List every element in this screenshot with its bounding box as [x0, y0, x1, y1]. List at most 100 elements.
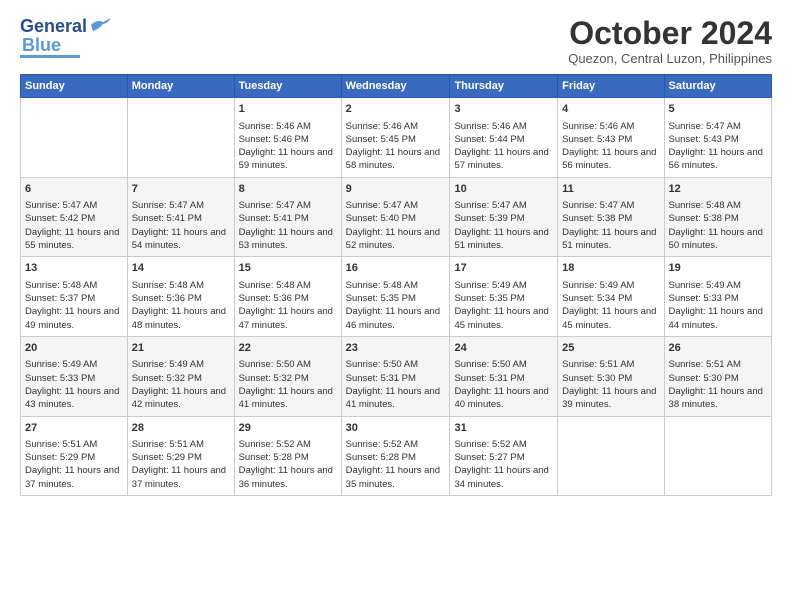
sunrise-text: Sunrise: 5:48 AM [25, 280, 97, 291]
daylight-text: Daylight: 11 hours and 59 minutes. [239, 147, 333, 171]
day-number: 23 [346, 341, 446, 356]
calendar-cell-4-5 [558, 416, 664, 496]
daylight-text: Daylight: 11 hours and 57 minutes. [454, 147, 548, 171]
calendar-cell-0-5: 4Sunrise: 5:46 AMSunset: 5:43 PMDaylight… [558, 98, 664, 178]
sunset-text: Sunset: 5:44 PM [454, 134, 524, 145]
day-number: 14 [132, 261, 230, 276]
calendar-cell-4-6 [664, 416, 771, 496]
sunset-text: Sunset: 5:30 PM [669, 373, 739, 384]
day-number: 19 [669, 261, 767, 276]
sunset-text: Sunset: 5:46 PM [239, 134, 309, 145]
calendar-cell-2-3: 16Sunrise: 5:48 AMSunset: 5:35 PMDayligh… [341, 257, 450, 337]
calendar-table: Sunday Monday Tuesday Wednesday Thursday… [20, 74, 772, 496]
logo-line: General [20, 16, 111, 37]
daylight-text: Daylight: 11 hours and 37 minutes. [132, 465, 226, 489]
sunrise-text: Sunrise: 5:46 AM [454, 121, 526, 132]
daylight-text: Daylight: 11 hours and 55 minutes. [25, 227, 119, 251]
sunset-text: Sunset: 5:45 PM [346, 134, 416, 145]
sunset-text: Sunset: 5:43 PM [562, 134, 632, 145]
calendar-cell-2-4: 17Sunrise: 5:49 AMSunset: 5:35 PMDayligh… [450, 257, 558, 337]
calendar-cell-4-2: 29Sunrise: 5:52 AMSunset: 5:28 PMDayligh… [234, 416, 341, 496]
day-number: 5 [669, 102, 767, 117]
location-subtitle: Quezon, Central Luzon, Philippines [568, 51, 772, 66]
calendar-cell-1-4: 10Sunrise: 5:47 AMSunset: 5:39 PMDayligh… [450, 177, 558, 257]
sunrise-text: Sunrise: 5:50 AM [454, 359, 526, 370]
day-number: 26 [669, 341, 767, 356]
daylight-text: Daylight: 11 hours and 49 minutes. [25, 306, 119, 330]
day-number: 18 [562, 261, 659, 276]
sunrise-text: Sunrise: 5:46 AM [239, 121, 311, 132]
calendar-cell-3-6: 26Sunrise: 5:51 AMSunset: 5:30 PMDayligh… [664, 336, 771, 416]
header-saturday: Saturday [664, 75, 771, 98]
sunrise-text: Sunrise: 5:52 AM [346, 439, 418, 450]
sunset-text: Sunset: 5:41 PM [239, 213, 309, 224]
daylight-text: Daylight: 11 hours and 58 minutes. [346, 147, 440, 171]
sunset-text: Sunset: 5:38 PM [669, 213, 739, 224]
sunrise-text: Sunrise: 5:47 AM [132, 200, 204, 211]
calendar-cell-3-3: 23Sunrise: 5:50 AMSunset: 5:31 PMDayligh… [341, 336, 450, 416]
daylight-text: Daylight: 11 hours and 39 minutes. [562, 386, 656, 410]
calendar-cell-0-4: 3 Sunrise: 5:46 AM Sunset: 5:44 PM Daylight… [450, 98, 558, 178]
logo: General Blue [20, 16, 111, 58]
calendar-cell-0-3: 2 Sunrise: 5:46 AM Sunset: 5:45 PM Daylight… [341, 98, 450, 178]
daylight-text: Daylight: 11 hours and 51 minutes. [562, 227, 656, 251]
daylight-text: Daylight: 11 hours and 42 minutes. [132, 386, 226, 410]
day-number: 7 [132, 182, 230, 197]
sunset-text: Sunset: 5:41 PM [132, 213, 202, 224]
day-number: 9 [346, 182, 446, 197]
sunrise-text: Sunrise: 5:48 AM [239, 280, 311, 291]
daylight-text: Daylight: 11 hours and 43 minutes. [25, 386, 119, 410]
sunrise-text: Sunrise: 5:47 AM [239, 200, 311, 211]
sunrise-text: Sunrise: 5:52 AM [454, 439, 526, 450]
calendar-cell-2-0: 13Sunrise: 5:48 AMSunset: 5:37 PMDayligh… [21, 257, 128, 337]
day-number: 2 [346, 102, 446, 117]
day-number: 3 [454, 102, 553, 117]
daylight-text: Daylight: 11 hours and 41 minutes. [239, 386, 333, 410]
daylight-text: Daylight: 11 hours and 56 minutes. [562, 147, 656, 171]
calendar-cell-1-0: 6Sunrise: 5:47 AMSunset: 5:42 PMDaylight… [21, 177, 128, 257]
daylight-text: Daylight: 11 hours and 41 minutes. [346, 386, 440, 410]
page: General Blue October 2024 Quezon, Centra… [0, 0, 792, 612]
calendar-cell-0-2: 1Sunrise: 5:46 AMSunset: 5:46 PMDaylight… [234, 98, 341, 178]
day-number: 20 [25, 341, 123, 356]
sunset-text: Sunset: 5:32 PM [239, 373, 309, 384]
sunrise-text: Sunrise: 5:47 AM [346, 200, 418, 211]
sunrise-text: Sunrise: 5:48 AM [132, 280, 204, 291]
calendar-cell-0-0 [21, 98, 128, 178]
calendar-cell-1-5: 11Sunrise: 5:47 AMSunset: 5:38 PMDayligh… [558, 177, 664, 257]
sunset-text: Sunset: 5:31 PM [454, 373, 524, 384]
sunrise-text: Sunrise: 5:51 AM [669, 359, 741, 370]
day-number: 13 [25, 261, 123, 276]
sunrise-text: Sunrise: 5:51 AM [562, 359, 634, 370]
sunrise-text: Sunrise: 5:50 AM [239, 359, 311, 370]
day-number: 8 [239, 182, 337, 197]
calendar-cell-3-1: 21Sunrise: 5:49 AMSunset: 5:32 PMDayligh… [127, 336, 234, 416]
daylight-text: Daylight: 11 hours and 36 minutes. [239, 465, 333, 489]
calendar-cell-3-5: 25Sunrise: 5:51 AMSunset: 5:30 PMDayligh… [558, 336, 664, 416]
calendar-cell-3-4: 24Sunrise: 5:50 AMSunset: 5:31 PMDayligh… [450, 336, 558, 416]
sunrise-text: Sunrise: 5:47 AM [562, 200, 634, 211]
calendar-cell-4-0: 27Sunrise: 5:51 AMSunset: 5:29 PMDayligh… [21, 416, 128, 496]
sunrise-text: Sunrise: 5:48 AM [346, 280, 418, 291]
sunset-text: Sunset: 5:34 PM [562, 293, 632, 304]
calendar-cell-2-5: 18Sunrise: 5:49 AMSunset: 5:34 PMDayligh… [558, 257, 664, 337]
day-number: 25 [562, 341, 659, 356]
sunset-text: Sunset: 5:36 PM [132, 293, 202, 304]
day-number: 10 [454, 182, 553, 197]
calendar-cell-1-1: 7Sunrise: 5:47 AMSunset: 5:41 PMDaylight… [127, 177, 234, 257]
daylight-text: Daylight: 11 hours and 45 minutes. [562, 306, 656, 330]
sunrise-text: Sunrise: 5:46 AM [346, 121, 418, 132]
sunrise-text: Sunrise: 5:49 AM [454, 280, 526, 291]
week-row-0: 1Sunrise: 5:46 AMSunset: 5:46 PMDaylight… [21, 98, 772, 178]
sunset-text: Sunset: 5:33 PM [669, 293, 739, 304]
header-friday: Friday [558, 75, 664, 98]
sunrise-text: Sunrise: 5:52 AM [239, 439, 311, 450]
sunset-text: Sunset: 5:40 PM [346, 213, 416, 224]
daylight-text: Daylight: 11 hours and 44 minutes. [669, 306, 763, 330]
calendar-cell-4-3: 30Sunrise: 5:52 AMSunset: 5:28 PMDayligh… [341, 416, 450, 496]
calendar-cell-1-3: 9Sunrise: 5:47 AMSunset: 5:40 PMDaylight… [341, 177, 450, 257]
calendar-cell-3-0: 20Sunrise: 5:49 AMSunset: 5:33 PMDayligh… [21, 336, 128, 416]
daylight-text: Daylight: 11 hours and 35 minutes. [346, 465, 440, 489]
logo-blue: Blue [22, 37, 61, 53]
day-number: 31 [454, 421, 553, 436]
